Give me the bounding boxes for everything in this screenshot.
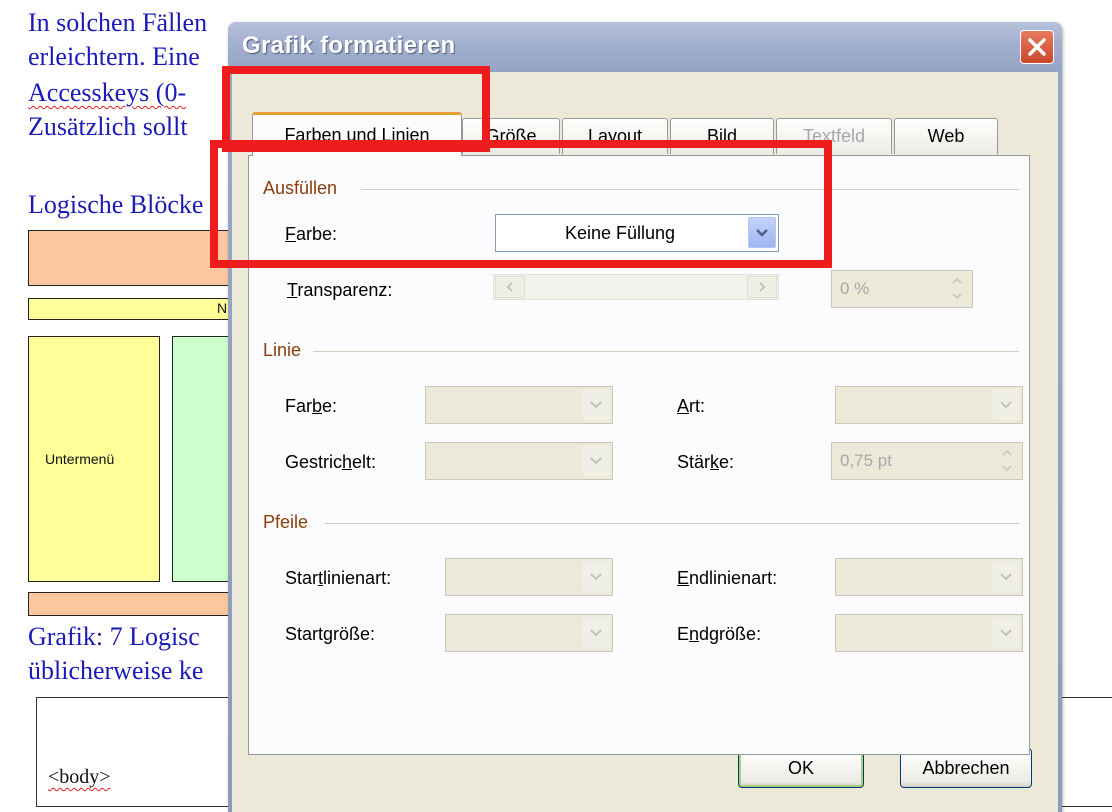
end-style-dropdown: [835, 558, 1023, 596]
block-submenu: Untermenü: [28, 336, 160, 582]
transparency-value: 0 %: [840, 279, 870, 298]
close-button[interactable]: [1020, 30, 1054, 64]
chevron-down-icon: [582, 561, 610, 592]
block-header: [28, 230, 238, 286]
doc-caption-2: üblicherweise ke: [28, 656, 204, 685]
line-dashed-dropdown: [425, 442, 613, 480]
chevron-down-icon: [992, 389, 1020, 420]
chevron-right-icon: [747, 276, 777, 298]
start-style-label: Startlinienart:: [285, 568, 392, 588]
dialog-title: Grafik formatieren: [242, 32, 456, 59]
doc-line-2: erleichtern. Eine: [28, 42, 200, 71]
code-line: <body>: [48, 766, 111, 788]
end-size-label: Endgröße:: [677, 624, 762, 644]
doc-line-4: Zusätzlich sollt: [28, 112, 188, 141]
cancel-button-label: Abbrechen: [922, 757, 1010, 778]
group-divider: [325, 523, 1019, 524]
transparency-label: Transparenz:: [287, 280, 393, 300]
spin-arrows-icon: [994, 445, 1020, 476]
highlight-box-fill: [210, 140, 832, 268]
line-weight-spinner: 0,75 pt: [831, 442, 1023, 480]
group-divider: [313, 351, 1019, 352]
doc-heading: Logische Blöcke: [28, 190, 204, 219]
ok-button-label: OK: [787, 757, 814, 778]
end-style-label: Endlinienart:: [677, 568, 778, 588]
start-size-label: Startgröße:: [285, 624, 376, 644]
line-weight-value: 0,75 pt: [840, 451, 892, 470]
tab-web[interactable]: Web: [894, 118, 998, 154]
chevron-down-icon: [582, 389, 610, 420]
line-weight-label: Stärke:: [677, 452, 735, 472]
block-submenu-label: Untermenü: [45, 451, 115, 467]
start-style-dropdown: [445, 558, 613, 596]
dialog-titlebar[interactable]: Grafik formatieren: [228, 22, 1062, 72]
line-style-label: Art:: [677, 396, 706, 416]
block-nav-label: N: [217, 300, 228, 316]
chevron-down-icon: [582, 617, 610, 648]
block-footer: [28, 592, 238, 616]
group-title-arrows: Pfeile: [263, 512, 309, 532]
block-nav: N: [28, 298, 238, 320]
transparency-slider: [493, 274, 779, 300]
start-size-dropdown: [445, 614, 613, 652]
line-style-dropdown: [835, 386, 1023, 424]
chevron-down-icon: [582, 445, 610, 476]
transparency-spinner: 0 %: [831, 270, 973, 308]
tab-label: Web: [927, 126, 965, 146]
chevron-left-icon: [495, 276, 525, 298]
chevron-down-icon: [992, 617, 1020, 648]
line-color-label: Farbe:: [285, 396, 338, 416]
close-icon: [1028, 38, 1046, 56]
line-color-dropdown: [425, 386, 613, 424]
group-title-line: Linie: [263, 340, 302, 360]
doc-line-1: In solchen Fällen: [28, 8, 208, 37]
end-size-dropdown: [835, 614, 1023, 652]
doc-caption-1: Grafik: 7 Logisc: [28, 622, 200, 651]
doc-line-3: Accesskeys (0-: [28, 78, 187, 107]
line-dashed-label: Gestrichelt:: [285, 452, 377, 472]
spin-arrows-icon: [944, 273, 970, 304]
chevron-down-icon: [992, 561, 1020, 592]
